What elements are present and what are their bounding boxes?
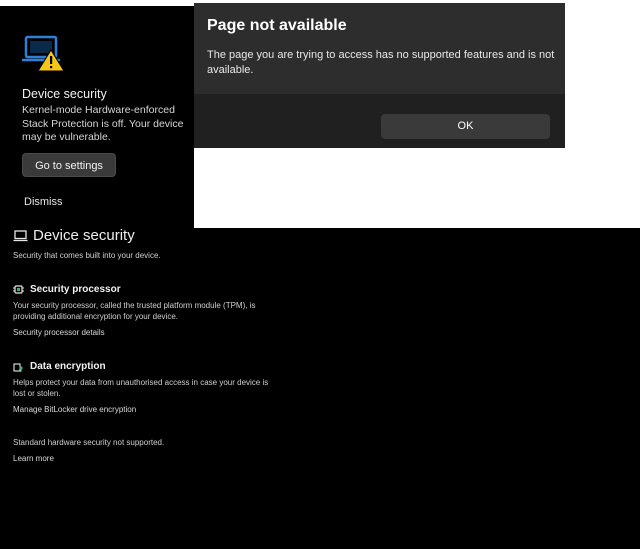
device-security-page: Device security Security that comes buil… (0, 227, 640, 549)
notification-message: Kernel-mode Hardware-enforced Stack Prot… (22, 104, 184, 143)
laptop-icon (13, 230, 28, 242)
dialog-message: The page you are trying to access has no… (207, 49, 555, 76)
hardware-security-status: Standard hardware security not supported… (13, 438, 165, 447)
device-security-notification: Device security Kernel-mode Hardware-enf… (0, 6, 194, 228)
key-drive-icon (13, 363, 23, 372)
dialog-footer: OK (194, 94, 565, 148)
page-not-available-dialog: Page not available The page you are tryi… (194, 3, 565, 148)
ok-button[interactable]: OK (381, 114, 550, 139)
data-encryption-description: Helps protect your data from unauthorise… (13, 378, 269, 398)
page-subtitle: Security that comes built into your devi… (13, 251, 161, 260)
go-to-settings-button[interactable]: Go to settings (22, 153, 116, 177)
notification-title: Device security (22, 87, 107, 101)
manage-bitlocker-link[interactable]: Manage BitLocker drive encryption (13, 405, 136, 414)
dialog-title: Page not available (207, 17, 347, 34)
security-processor-description: Your security processor, called the trus… (13, 301, 256, 321)
laptop-warning-icon (22, 35, 65, 72)
data-encryption-title: Data encryption (30, 361, 106, 372)
security-processor-title: Security processor (30, 284, 121, 295)
page-title: Device security (33, 227, 135, 244)
learn-more-link[interactable]: Learn more (13, 454, 54, 463)
security-processor-details-link[interactable]: Security processor details (13, 328, 105, 337)
chip-icon (13, 285, 24, 294)
dismiss-button[interactable]: Dismiss (24, 196, 63, 208)
